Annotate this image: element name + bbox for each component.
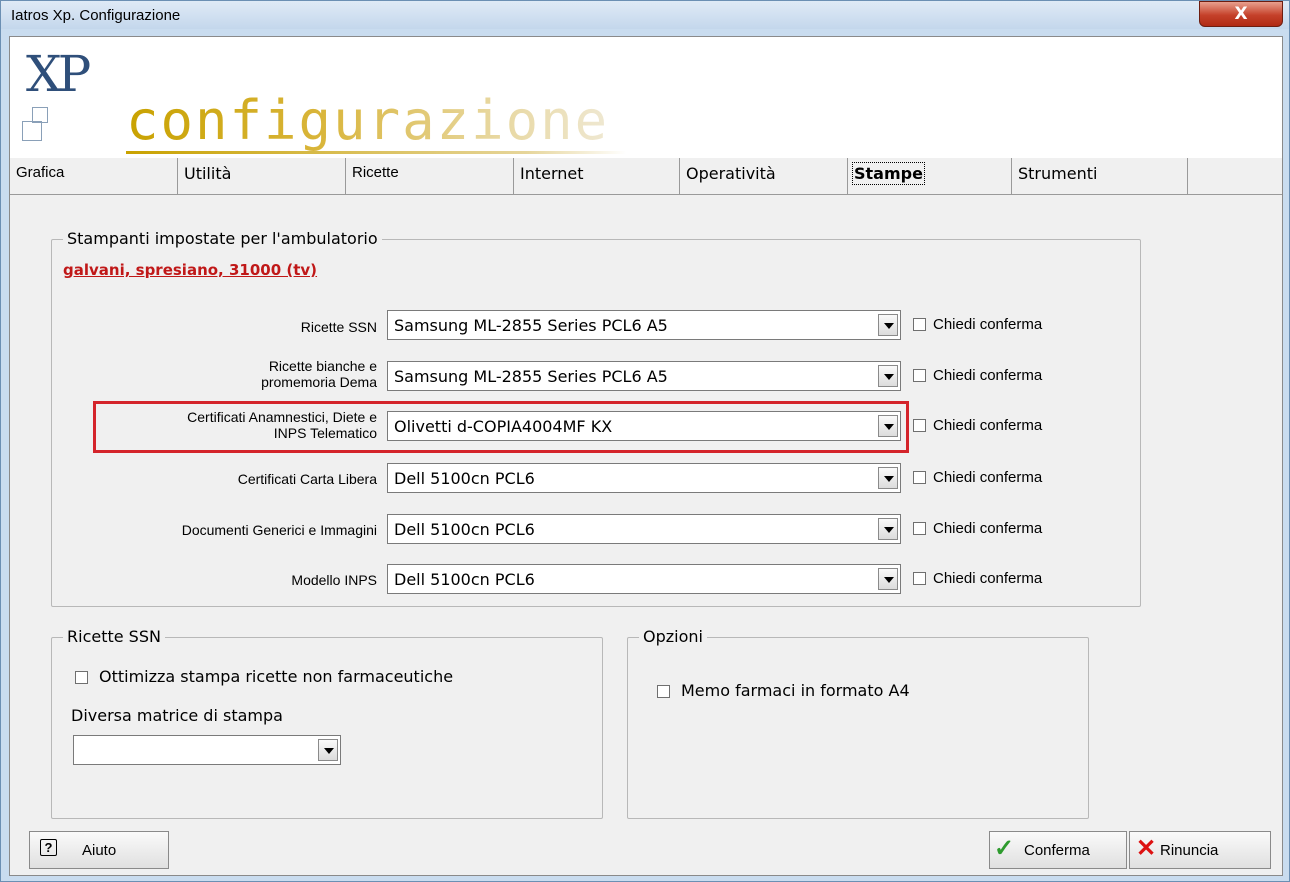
dropdown-arrow-icon[interactable] [878, 518, 898, 540]
dropdown-arrow-icon[interactable] [318, 739, 338, 761]
row-label: Modello INPS [291, 572, 377, 588]
row-label: Documenti Generici e Immagini [181, 522, 377, 538]
tab-operativita[interactable]: Operatività [680, 158, 848, 194]
tab-stampe[interactable]: Stampe [848, 158, 1012, 194]
optimize-checkbox[interactable] [75, 671, 88, 684]
printers-group-title: Stampanti impostate per l'ambulatorio [63, 229, 382, 248]
help-icon: ? [40, 839, 57, 856]
confirm-label: Chiedi conferma [933, 570, 1043, 587]
printer-select-ricette-bianche[interactable]: Samsung ML-2855 Series PCL6 A5 [387, 361, 901, 391]
printer-select-carta-libera[interactable]: Dell 5100cn PCL6 [387, 463, 901, 493]
cancel-x-icon: ✕ [1136, 835, 1157, 862]
dropdown-arrow-icon[interactable] [878, 568, 898, 590]
tab-internet[interactable]: Internet [514, 158, 680, 194]
confirm-checkbox[interactable] [913, 369, 926, 382]
confirm-checkbox[interactable] [913, 572, 926, 585]
confirm-button[interactable]: ✓ Conferma [989, 831, 1127, 869]
tab-grafica[interactable]: Grafica [10, 158, 178, 194]
banner-underline [126, 151, 626, 154]
options-group [627, 637, 1089, 819]
memo-a4-label: Memo farmaci in formato A4 [681, 681, 910, 700]
printer-select-modello-inps[interactable]: Dell 5100cn PCL6 [387, 564, 901, 594]
confirm-label: Chiedi conferma [933, 316, 1043, 333]
confirm-checkbox[interactable] [913, 522, 926, 535]
title-bar: Iatros Xp. Configurazione X [1, 1, 1289, 29]
confirm-label: Chiedi conferma [933, 417, 1043, 434]
optimize-label: Ottimizza stampa ricette non farmaceutic… [99, 667, 454, 686]
matrix-select[interactable] [73, 735, 341, 765]
row-label: Ricette SSN [300, 319, 377, 335]
help-button[interactable]: ? Aiuto [29, 831, 169, 869]
confirm-checkbox[interactable] [913, 419, 926, 432]
matrix-label: Diversa matrice di stampa [71, 706, 283, 725]
banner-heading: configurazione [126, 89, 610, 152]
memo-a4-checkbox[interactable] [657, 685, 670, 698]
options-group-title: Opzioni [639, 627, 707, 646]
cancel-button[interactable]: ✕ Rinuncia [1129, 831, 1271, 869]
tab-strumenti[interactable]: Strumenti [1012, 158, 1188, 194]
row-label: Certificati Carta Libera [237, 471, 377, 487]
confirm-label: Chiedi conferma [933, 520, 1043, 537]
app-logo: XP [26, 45, 91, 103]
highlight-box [93, 401, 909, 453]
tab-utilita[interactable]: Utilità [178, 158, 346, 194]
ricette-ssn-group-title: Ricette SSN [63, 627, 165, 646]
confirm-checkbox[interactable] [913, 471, 926, 484]
confirm-checkbox[interactable] [913, 318, 926, 331]
printer-select-ricette-ssn[interactable]: Samsung ML-2855 Series PCL6 A5 [387, 310, 901, 340]
ricette-ssn-group [51, 637, 603, 819]
confirm-label: Chiedi conferma [933, 367, 1043, 384]
confirm-label: Chiedi conferma [933, 469, 1043, 486]
tab-bar: Grafica Utilità Ricette Internet Operati… [10, 158, 1282, 195]
location-link[interactable]: galvani, spresiano, 31000 (tv) [63, 261, 317, 279]
app-window: Iatros Xp. Configurazione X XP configura… [0, 0, 1290, 882]
header-banner: XP configurazione [10, 37, 1282, 159]
dropdown-arrow-icon[interactable] [878, 365, 898, 387]
tab-ricette[interactable]: Ricette [346, 158, 514, 194]
window-title: Iatros Xp. Configurazione [11, 7, 181, 24]
row-label: Ricette bianche e promemoria Dema [261, 358, 377, 390]
dropdown-arrow-icon[interactable] [878, 467, 898, 489]
dropdown-arrow-icon[interactable] [878, 314, 898, 336]
close-button[interactable]: X [1199, 1, 1283, 27]
logo-decoration [22, 121, 42, 141]
printer-select-documenti-generici[interactable]: Dell 5100cn PCL6 [387, 514, 901, 544]
checkmark-icon: ✓ [994, 835, 1015, 862]
